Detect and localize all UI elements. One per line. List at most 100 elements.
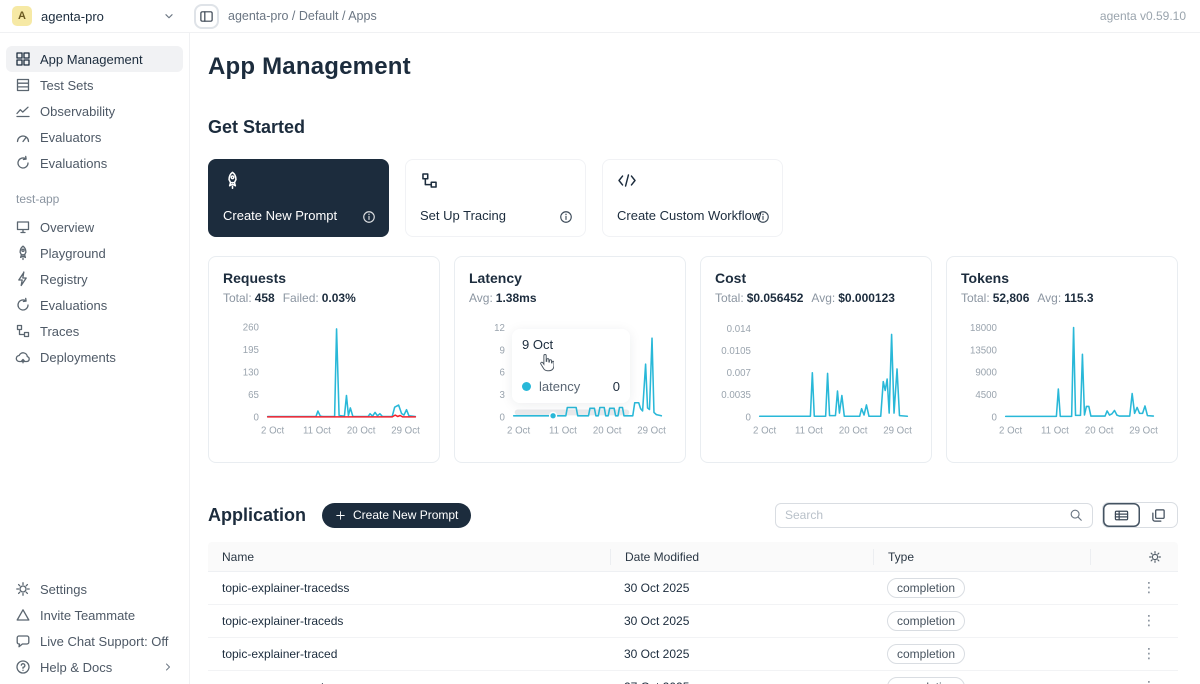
- cost-chart[interactable]: 0.0140.01050.0070.003502 Oct11 Oct20 Oct…: [715, 314, 919, 442]
- card-stats: Total:$0.056452Avg:$0.000123: [715, 291, 917, 305]
- column-header-type[interactable]: Type: [873, 549, 1090, 565]
- bolt-icon: [15, 271, 31, 287]
- cost-card: Cost Total:$0.056452Avg:$0.000123 0.014 0…: [700, 256, 932, 463]
- sidebar-item-settings[interactable]: Settings: [6, 576, 183, 602]
- create-new-prompt-button[interactable]: Create New Prompt: [322, 503, 471, 528]
- svg-text:0.0035: 0.0035: [721, 390, 751, 401]
- svg-text:0.007: 0.007: [727, 368, 751, 379]
- metrics-cards: Requests Total:458Failed:0.03% 260195130…: [208, 256, 1178, 463]
- svg-text:20 Oct: 20 Oct: [839, 425, 868, 436]
- column-header-name[interactable]: Name: [208, 549, 610, 565]
- table-row[interactable]: topic-explainer-traceds 30 Oct 2025 comp…: [208, 605, 1178, 638]
- sidebar-item-help-docs[interactable]: Help & Docs: [6, 654, 183, 680]
- refresh-icon: [15, 155, 31, 171]
- info-icon[interactable]: [362, 210, 376, 224]
- sidebar-item-playground[interactable]: Playground: [6, 240, 183, 266]
- svg-text:0: 0: [254, 412, 260, 423]
- table-header: Name Date Modified Type: [208, 542, 1178, 572]
- search-input[interactable]: [785, 508, 1069, 522]
- gear-icon[interactable]: [1148, 550, 1162, 564]
- sidebar-item-live-chat[interactable]: Live Chat Support: Off: [6, 628, 183, 654]
- sidebar-item-label: Evaluations: [40, 298, 107, 313]
- svg-text:0: 0: [500, 412, 506, 423]
- tree-icon: [15, 323, 31, 339]
- app-name[interactable]: career-assessment: [208, 680, 610, 684]
- app-name[interactable]: topic-explainer-tracedss: [208, 581, 610, 595]
- app-name[interactable]: topic-explainer-traced: [208, 647, 610, 661]
- row-menu-button[interactable]: ⋮: [1142, 646, 1178, 662]
- svg-text:12: 12: [494, 323, 505, 334]
- breadcrumb[interactable]: agenta-pro / Default / Apps: [228, 9, 377, 23]
- top-bar: A agenta-pro agenta-pro / Default / Apps…: [0, 0, 1200, 33]
- create-custom-workflow-card[interactable]: Create Custom Workflow: [602, 159, 783, 237]
- sidebar-item-label: Observability: [40, 104, 115, 119]
- sidebar-item-registry[interactable]: Registry: [6, 266, 183, 292]
- svg-text:6: 6: [500, 368, 505, 379]
- requests-chart[interactable]: 2601951306502 Oct11 Oct20 Oct29 Oct: [223, 314, 427, 442]
- sidebar-item-evaluators[interactable]: Evaluators: [6, 124, 183, 150]
- row-menu-button[interactable]: ⋮: [1142, 613, 1178, 629]
- sidebar-item-label: Test Sets: [40, 78, 93, 93]
- column-header-date-modified[interactable]: Date Modified: [610, 549, 873, 565]
- tooltip-title: 9 Oct: [522, 337, 620, 352]
- svg-text:2 Oct: 2 Oct: [753, 425, 776, 436]
- get-started-cards: Create New Prompt Set Up Tracing Create …: [208, 159, 1178, 237]
- svg-text:11 Oct: 11 Oct: [303, 425, 331, 436]
- gear-icon: [15, 581, 31, 597]
- svg-text:0.0105: 0.0105: [721, 346, 751, 357]
- svg-text:2 Oct: 2 Oct: [999, 425, 1022, 436]
- sidebar-item-evaluations[interactable]: Evaluations: [6, 150, 183, 176]
- svg-text:130: 130: [243, 367, 260, 378]
- series-label: latency: [539, 379, 580, 394]
- svg-text:2 Oct: 2 Oct: [261, 425, 284, 436]
- svg-text:195: 195: [243, 345, 259, 356]
- sidebar-item-label: Help & Docs: [40, 660, 112, 675]
- applications-table: Name Date Modified Type topic-explainer-…: [208, 542, 1178, 684]
- cloud-icon: [15, 349, 31, 365]
- card-label: Set Up Tracing: [420, 208, 506, 223]
- date-modified: 30 Oct 2025: [610, 614, 873, 628]
- svg-text:65: 65: [248, 390, 259, 401]
- chat-icon: [15, 633, 31, 649]
- sidebar-item-deployments[interactable]: Deployments: [6, 344, 183, 370]
- code-icon: [617, 171, 637, 190]
- sidebar-item-overview[interactable]: Overview: [6, 214, 183, 240]
- rocket-icon: [15, 245, 31, 261]
- table-icon: [15, 77, 31, 93]
- row-menu-button[interactable]: ⋮: [1142, 679, 1178, 684]
- svg-text:0.014: 0.014: [727, 324, 752, 335]
- table-row[interactable]: career-assessment 27 Oct 2025 completion…: [208, 671, 1178, 684]
- info-icon[interactable]: [756, 210, 770, 224]
- sidebar-item-invite-teammate[interactable]: Invite Teammate: [6, 602, 183, 628]
- table-row[interactable]: topic-explainer-tracedss 30 Oct 2025 com…: [208, 572, 1178, 605]
- tokens-chart[interactable]: 18000135009000450002 Oct11 Oct20 Oct29 O…: [961, 314, 1165, 442]
- app-name[interactable]: topic-explainer-traceds: [208, 614, 610, 628]
- tree-icon: [420, 171, 439, 190]
- card-title: Cost: [715, 270, 917, 286]
- card-view-button[interactable]: [1140, 503, 1177, 527]
- sidebar-toggle-button[interactable]: [194, 4, 219, 29]
- info-icon[interactable]: [559, 210, 573, 224]
- sidebar-item-label: Traces: [40, 324, 79, 339]
- series-dot-icon: [522, 382, 531, 391]
- table-view-button[interactable]: [1103, 503, 1140, 527]
- monitor-icon: [15, 219, 31, 235]
- sidebar-section-label: test-app: [0, 176, 189, 214]
- workspace-selector[interactable]: A agenta-pro: [0, 6, 190, 26]
- sidebar-item-traces[interactable]: Traces: [6, 318, 183, 344]
- search-icon[interactable]: [1069, 508, 1083, 522]
- type-badge: completion: [887, 578, 965, 598]
- table-row[interactable]: topic-explainer-traced 30 Oct 2025 compl…: [208, 638, 1178, 671]
- set-up-tracing-card[interactable]: Set Up Tracing: [405, 159, 586, 237]
- sidebar-item-label: Evaluators: [40, 130, 101, 145]
- sidebar-item-app-evaluations[interactable]: Evaluations: [6, 292, 183, 318]
- view-toggle: [1102, 502, 1178, 528]
- create-new-prompt-card[interactable]: Create New Prompt: [208, 159, 389, 237]
- row-menu-button[interactable]: ⋮: [1142, 580, 1178, 596]
- sidebar-item-observability[interactable]: Observability: [6, 98, 183, 124]
- sidebar-item-app-management[interactable]: App Management: [6, 46, 183, 72]
- sidebar-item-test-sets[interactable]: Test Sets: [6, 72, 183, 98]
- card-stats: Total:52,806Avg:115.3: [961, 291, 1163, 305]
- help-circle-icon: [15, 659, 31, 675]
- svg-text:11 Oct: 11 Oct: [1041, 425, 1069, 436]
